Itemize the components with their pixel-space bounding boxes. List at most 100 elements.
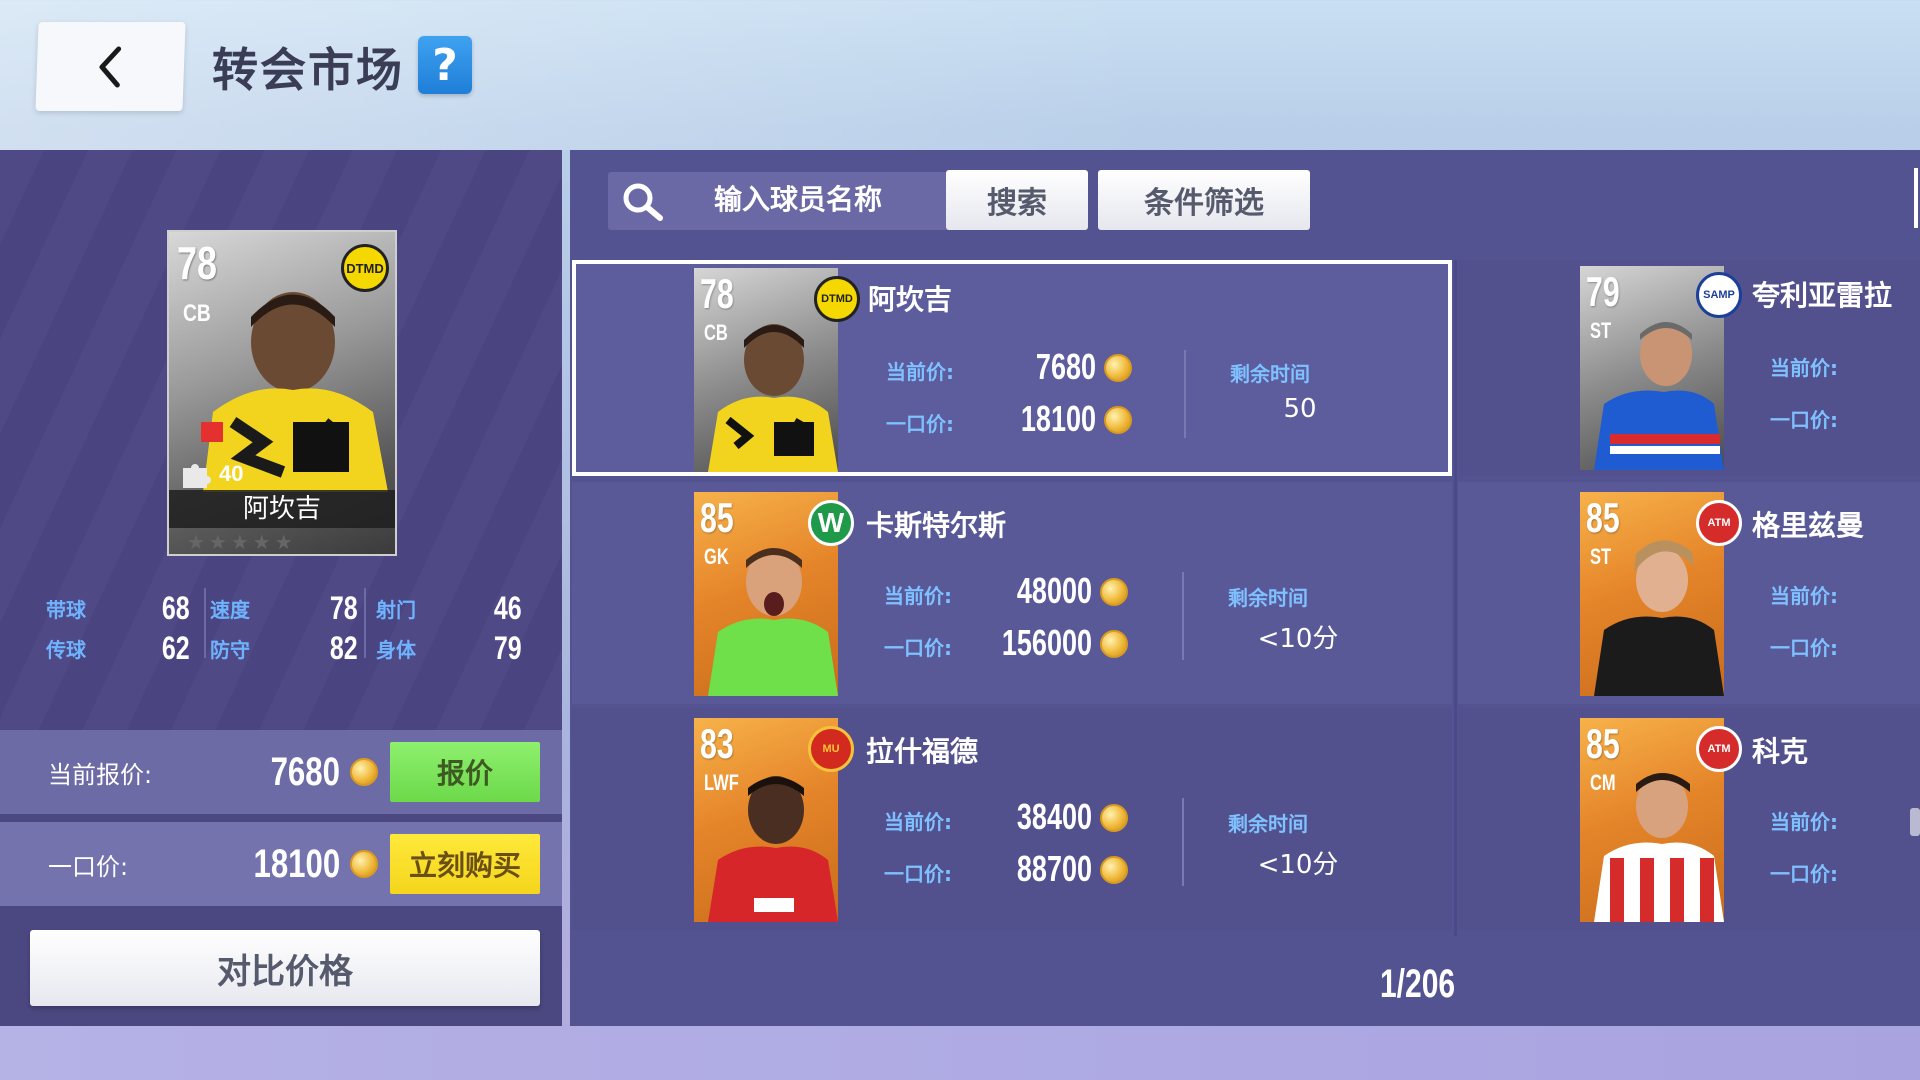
player-name: 科克 — [1752, 735, 1809, 768]
buy-now-button[interactable]: 立刻购买 — [390, 834, 540, 894]
club-badge-icon: DTMD — [814, 276, 860, 322]
card-player-name: 阿坎吉 — [169, 490, 395, 528]
coin-icon — [1104, 354, 1132, 382]
stat-value: 46 — [493, 589, 522, 626]
current-price-label: 当前价: — [886, 360, 954, 384]
club-badge-icon: ATM — [1696, 500, 1742, 546]
card-rating: 85 — [1586, 494, 1620, 541]
column-divider — [1454, 260, 1457, 936]
coin-icon — [350, 850, 378, 878]
scroll-edge-marker — [1910, 808, 1920, 836]
card-stars: ★★★★★ — [187, 530, 297, 554]
current-bid-value: 7680 — [270, 749, 340, 794]
current-price-label: 当前价: — [884, 584, 952, 608]
card-position: ST — [1590, 318, 1612, 343]
card-rating: 85 — [1586, 720, 1620, 767]
remaining-time-value: 50 — [1283, 394, 1317, 424]
coin-icon — [1100, 578, 1128, 606]
club-badge-icon: W — [808, 500, 854, 546]
stat-dribbling: 带球 68 — [46, 590, 194, 626]
stat-shooting: 射门 46 — [376, 590, 526, 626]
buyout-label: 一口价: — [48, 852, 129, 881]
current-price-value: 7680 — [1035, 346, 1096, 387]
coin-icon — [350, 758, 378, 786]
stat-label: 身体 — [376, 637, 416, 662]
stat-label: 传球 — [46, 637, 86, 662]
player-name: 阿坎吉 — [868, 283, 953, 316]
card-position: CM — [1590, 770, 1616, 795]
compare-price-button[interactable]: 对比价格 — [30, 930, 540, 1006]
stat-physical: 身体 79 — [376, 630, 526, 666]
card-level-value: 40 — [219, 461, 244, 486]
search-placeholder: 输入球员名称 — [714, 183, 883, 216]
card-rating: 85 — [700, 494, 734, 541]
help-button[interactable]: ? — [418, 36, 472, 94]
player-name: 夸利亚雷拉 — [1752, 279, 1893, 312]
card-position: GK — [704, 544, 729, 569]
stat-value: 62 — [161, 629, 190, 666]
listing-item[interactable]: 85 GK W 卡斯特尔斯 当前价: 48000 一口价: 156000 剩余时… — [572, 482, 1452, 704]
listing-item[interactable]: 83 LWF MU 拉什福德 当前价: 38400 一口价: 88700 剩余时… — [572, 708, 1452, 930]
stat-value: 68 — [161, 589, 190, 626]
current-price-label: 当前价: — [1770, 356, 1838, 380]
card-position: ST — [1590, 544, 1612, 569]
card-position: LWF — [704, 770, 739, 795]
club-badge-icon: ATM — [1696, 726, 1742, 772]
search-icon — [623, 183, 663, 221]
player-portrait — [201, 292, 388, 492]
buyout-price-value: 18100 — [1020, 398, 1096, 439]
selected-player-card: 78 CB DTMD 40 阿坎吉 ★★★★★ — [167, 230, 397, 556]
scroll-indicator — [1914, 168, 1918, 228]
remaining-time-label: 剩余时间 — [1228, 586, 1308, 610]
listing-item[interactable]: 85 ST ATM 格里兹曼 当前价: 一口价: — [1458, 482, 1920, 704]
remaining-time-label: 剩余时间 — [1228, 812, 1308, 836]
buyout-price-label: 一口价: — [884, 636, 952, 660]
card-position: CB — [183, 300, 211, 327]
player-name: 卡斯特尔斯 — [866, 509, 1007, 542]
coin-icon — [1104, 406, 1132, 434]
back-button[interactable] — [35, 22, 186, 111]
club-badge-icon: SAMP — [1696, 272, 1742, 318]
player-name: 格里兹曼 — [1752, 509, 1865, 542]
stat-value: 82 — [329, 629, 358, 666]
divider — [1182, 798, 1184, 886]
bid-button[interactable]: 报价 — [390, 742, 540, 802]
stat-defense: 防守 82 — [210, 630, 362, 666]
stat-value: 78 — [329, 589, 358, 626]
listing-item[interactable]: 85 CM ATM 科克 当前价: 一口价: — [1458, 708, 1920, 930]
stat-passing: 传球 62 — [46, 630, 194, 666]
stat-divider — [364, 588, 366, 658]
buyout-price-value: 88700 — [1016, 848, 1092, 889]
stat-label: 射门 — [376, 597, 416, 622]
current-price-label: 当前价: — [884, 810, 952, 834]
coin-icon — [1100, 804, 1128, 832]
club-badge-icon: MU — [808, 726, 854, 772]
divider — [1182, 572, 1184, 660]
filter-button[interactable]: 条件筛选 — [1098, 170, 1310, 230]
divider — [1184, 350, 1186, 438]
current-price-label: 当前价: — [1770, 810, 1838, 834]
buyout-price-label: 一口价: — [1770, 408, 1838, 432]
player-name: 拉什福德 — [866, 735, 979, 768]
card-level: 40 — [179, 460, 243, 488]
coin-icon — [1100, 630, 1128, 658]
stat-label: 防守 — [210, 637, 250, 662]
buyout-price-label: 一口价: — [1770, 636, 1838, 660]
buyout-value: 18100 — [253, 841, 340, 886]
page-indicator: 1/206 — [1380, 962, 1456, 1006]
player-detail-panel: 78 CB DTMD 40 阿坎吉 ★★★★★ 带球 68 速度 78 射门 4… — [0, 150, 562, 1026]
card-rating: 78 — [177, 237, 217, 289]
stat-speed: 速度 78 — [210, 590, 362, 626]
card-rating: 78 — [700, 270, 734, 317]
buyout-price-label: 一口价: — [886, 412, 954, 436]
current-price-value: 48000 — [1016, 570, 1092, 611]
search-button[interactable]: 搜索 — [946, 170, 1088, 230]
page-title: 转会市场 — [212, 43, 404, 97]
puzzle-icon — [183, 464, 211, 488]
listing-item-selected[interactable]: 78 CB DTMD 阿坎吉 当前价: 7680 一口价: 18100 剩余时间… — [572, 260, 1452, 476]
stat-label: 带球 — [46, 597, 86, 622]
card-rating: 83 — [700, 720, 734, 767]
buyout-price-label: 一口价: — [1770, 862, 1838, 886]
current-bid-label: 当前报价: — [48, 760, 153, 789]
listing-item[interactable]: 79 ST SAMP 夸利亚雷拉 当前价: 一口价: — [1458, 260, 1920, 476]
